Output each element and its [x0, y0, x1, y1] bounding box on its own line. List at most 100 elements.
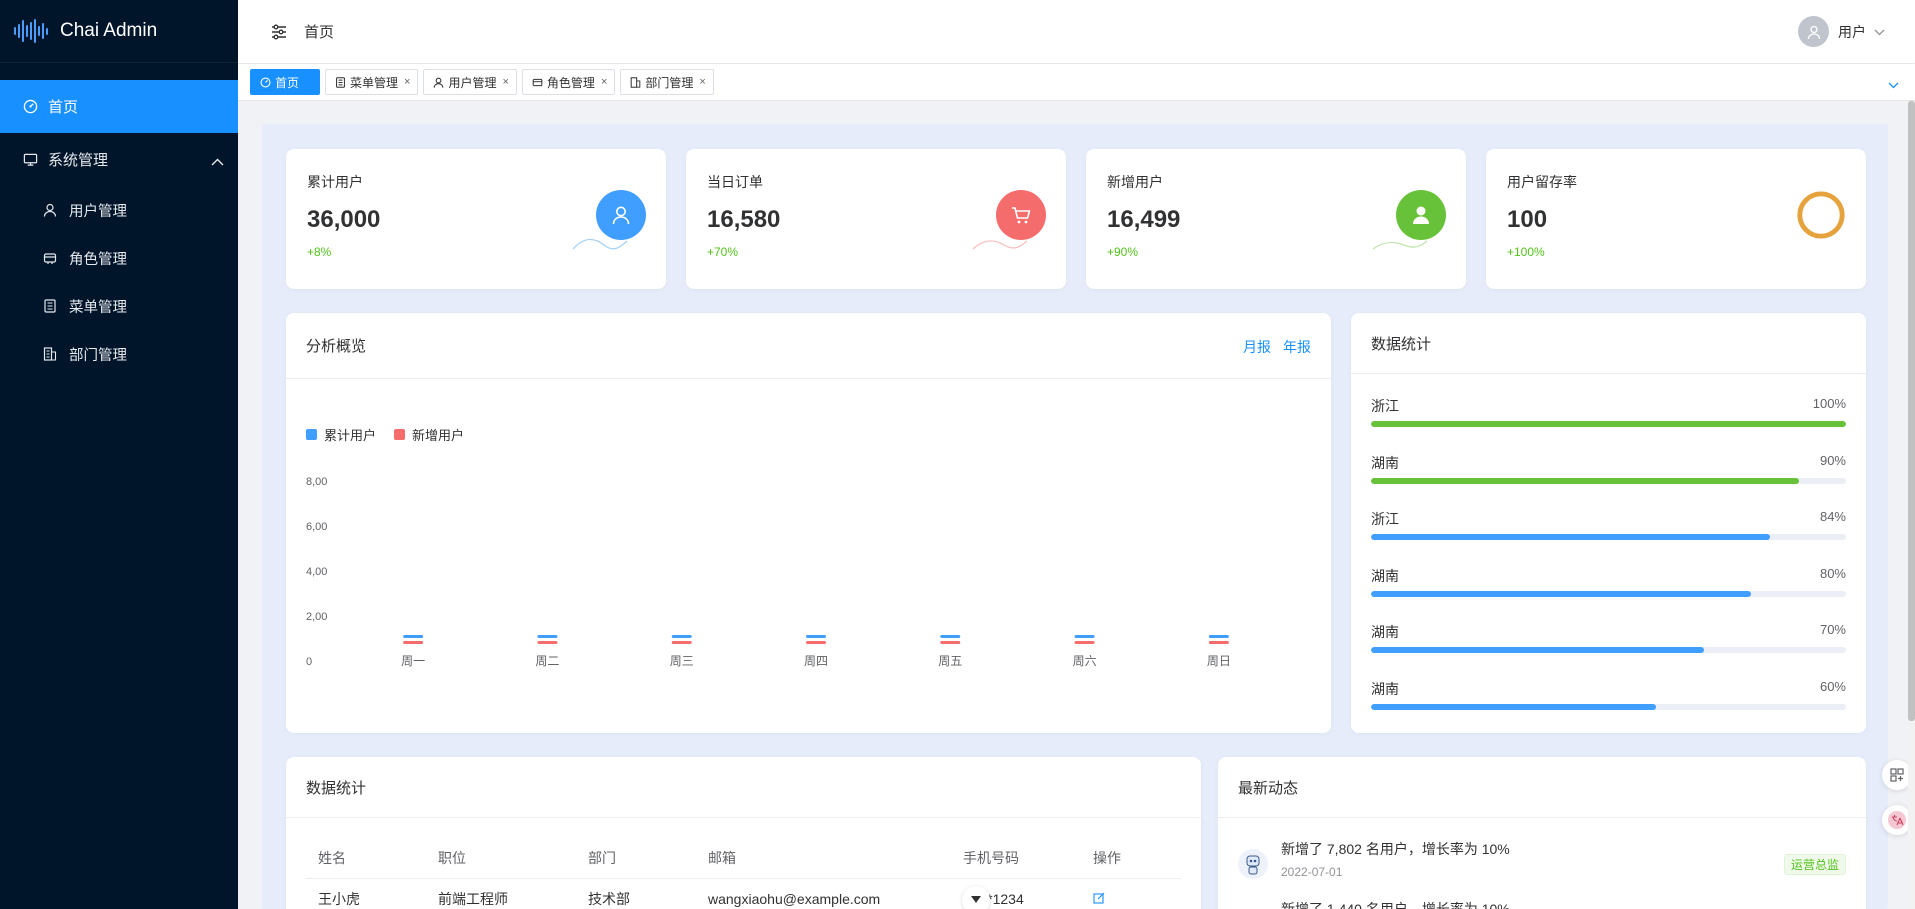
user-dropdown[interactable]: 用户: [1798, 16, 1885, 47]
tabs-menu-chevron-icon[interactable]: [1888, 76, 1899, 94]
logo-icon: [14, 19, 48, 43]
y-tick-label: 4,00: [306, 566, 327, 578]
monthly-report-link[interactable]: 月报: [1243, 337, 1271, 357]
legend-item[interactable]: 新增用户: [394, 425, 464, 444]
bar-chart: 8,00 6,00 4,00 2,00 0 周一 周二 周三 周四 周五 周六 周日: [306, 476, 1231, 668]
column-header: 手机号码: [951, 838, 1081, 879]
x-tick-label: 周日: [1207, 654, 1231, 668]
bar-new-users[interactable]: [537, 641, 558, 644]
feed-item[interactable]: 新增了 7,802 名用户，增长率为 10% 2022-07-01 运营总监: [1238, 839, 1846, 899]
close-icon[interactable]: ×: [601, 76, 607, 88]
tab-label: 角色管理: [546, 75, 595, 90]
cell-action: [1081, 878, 1181, 909]
bar-total-users[interactable]: [403, 635, 424, 638]
close-icon[interactable]: ×: [404, 76, 410, 88]
progress-label: 浙江: [1371, 398, 1399, 414]
column-header: 部门: [576, 838, 696, 879]
user-icon: [433, 77, 444, 88]
user-icon: [43, 203, 57, 217]
table-header-bar: 数据统计: [286, 757, 1201, 818]
cell-dept: 技术部: [588, 891, 630, 908]
progress-fill: [1371, 647, 1704, 653]
progress-row: 湖南 90%: [1371, 453, 1846, 493]
app-title: Chai Admin: [60, 20, 158, 41]
progress-row: 浙江 84%: [1371, 509, 1846, 549]
sidebar-group-system[interactable]: 系统管理: [0, 133, 238, 186]
progress-value: 70%: [1819, 622, 1846, 637]
chevron-down-icon: [971, 896, 981, 903]
table-row[interactable]: 王小虎 前端工程师 技术部 wangxiaohu@example.com 8**…: [306, 878, 1181, 909]
column-header: 姓名: [306, 838, 426, 879]
robot-avatar-icon: [1238, 849, 1268, 879]
sidebar-item-home[interactable]: 首页: [0, 80, 238, 133]
bar-new-users[interactable]: [1074, 641, 1095, 644]
bar-total-users[interactable]: [671, 635, 692, 638]
collapse-menu-icon[interactable]: [270, 23, 288, 41]
data-stats-header: 数据统计: [1351, 313, 1866, 374]
progress-label: 湖南: [1371, 680, 1399, 697]
bar-total-users[interactable]: [1208, 635, 1229, 638]
bar-new-users[interactable]: [1208, 641, 1229, 644]
building-icon: [43, 347, 57, 361]
top-header: 首页 用户: [238, 0, 1915, 63]
user-icon: [596, 190, 646, 240]
sidebar-item-label: 用户管理: [69, 203, 127, 220]
tab-label: 菜单管理: [350, 75, 399, 90]
tab-roles[interactable]: 角色管理 ×: [521, 69, 616, 95]
user-table: 姓名 职位 部门 邮箱 手机号码 操作 王小虎 前端工程师 技术部 wangxi…: [306, 838, 1181, 909]
card-title: 分析概览: [306, 338, 367, 355]
stat-card-total-users: 累计用户 36,000 +8%: [286, 149, 666, 289]
bar-total-users[interactable]: [806, 635, 826, 638]
sidebar-item-users[interactable]: 用户管理: [0, 186, 238, 234]
legend-swatch: [306, 429, 317, 440]
sidebar-item-roles[interactable]: 角色管理: [0, 234, 238, 282]
card-title: 最新动态: [1238, 779, 1299, 797]
main-content: 累计用户 36,000 +8% 当日订单 16,580 +70% 新增用户 16…: [262, 124, 1888, 909]
column-header: 职位: [426, 838, 576, 879]
back-to-top-button[interactable]: [962, 886, 990, 909]
progress-track: [1371, 477, 1846, 484]
bar-new-users[interactable]: [806, 641, 826, 644]
bar-new-users[interactable]: [940, 641, 961, 644]
bar-new-users[interactable]: [403, 641, 424, 644]
feed-item[interactable]: 新增了 1,440 名用户，增长率为 10%: [1238, 899, 1846, 909]
sidebar-item-menus[interactable]: 菜单管理: [0, 282, 238, 330]
column-header: 邮箱: [696, 838, 951, 879]
stat-value: 100: [1507, 206, 1548, 233]
x-tick-label: 周三: [670, 654, 694, 668]
close-icon[interactable]: ×: [502, 76, 508, 88]
x-tick-label: 周四: [804, 654, 828, 668]
progress-track: [1371, 534, 1846, 540]
card-title: 数据统计: [306, 779, 367, 797]
yearly-report-link[interactable]: 年报: [1283, 337, 1311, 357]
tab-departments[interactable]: 部门管理 ×: [620, 69, 714, 95]
progress-value: 60%: [1819, 678, 1846, 694]
y-tick-label: 6,00: [306, 521, 327, 533]
tab-home[interactable]: 首页: [250, 69, 321, 95]
breadcrumb[interactable]: 首页: [304, 21, 334, 42]
stat-card-daily-orders: 当日订单 16,580 +70%: [686, 149, 1066, 289]
tab-users[interactable]: 用户管理 ×: [423, 69, 517, 95]
close-icon[interactable]: ×: [699, 76, 705, 88]
logo[interactable]: Chai Admin: [0, 0, 238, 63]
stat-growth: +70%: [707, 245, 739, 259]
legend-item[interactable]: 累计用户: [306, 425, 376, 444]
edit-icon[interactable]: [1093, 891, 1105, 907]
bar-total-users[interactable]: [1074, 635, 1095, 638]
bar-total-users[interactable]: [940, 635, 961, 638]
tab-menus[interactable]: 菜单管理 ×: [325, 69, 419, 95]
shopping-cart-icon: [996, 190, 1046, 240]
progress-row: 湖南 80%: [1371, 566, 1846, 606]
user-name: 用户: [1838, 23, 1866, 40]
chart-legend: 累计用户 新增用户: [306, 425, 464, 444]
feed-header: 最新动态: [1218, 757, 1866, 818]
y-tick-label: 8,00: [306, 476, 327, 488]
scrollbar-thumb[interactable]: [1908, 101, 1915, 721]
stat-title: 累计用户: [307, 174, 363, 190]
sidebar-item-departments[interactable]: 部门管理: [0, 330, 238, 378]
user-table-card: 数据统计 姓名 职位 部门 邮箱 手机号码 操作 王小虎 前端工程师 技术部 w…: [286, 757, 1201, 909]
stat-card-retention: 用户留存率 100 +100%: [1486, 149, 1866, 289]
chevron-up-icon: [211, 153, 224, 170]
bar-total-users[interactable]: [537, 635, 558, 638]
bar-new-users[interactable]: [671, 641, 692, 644]
